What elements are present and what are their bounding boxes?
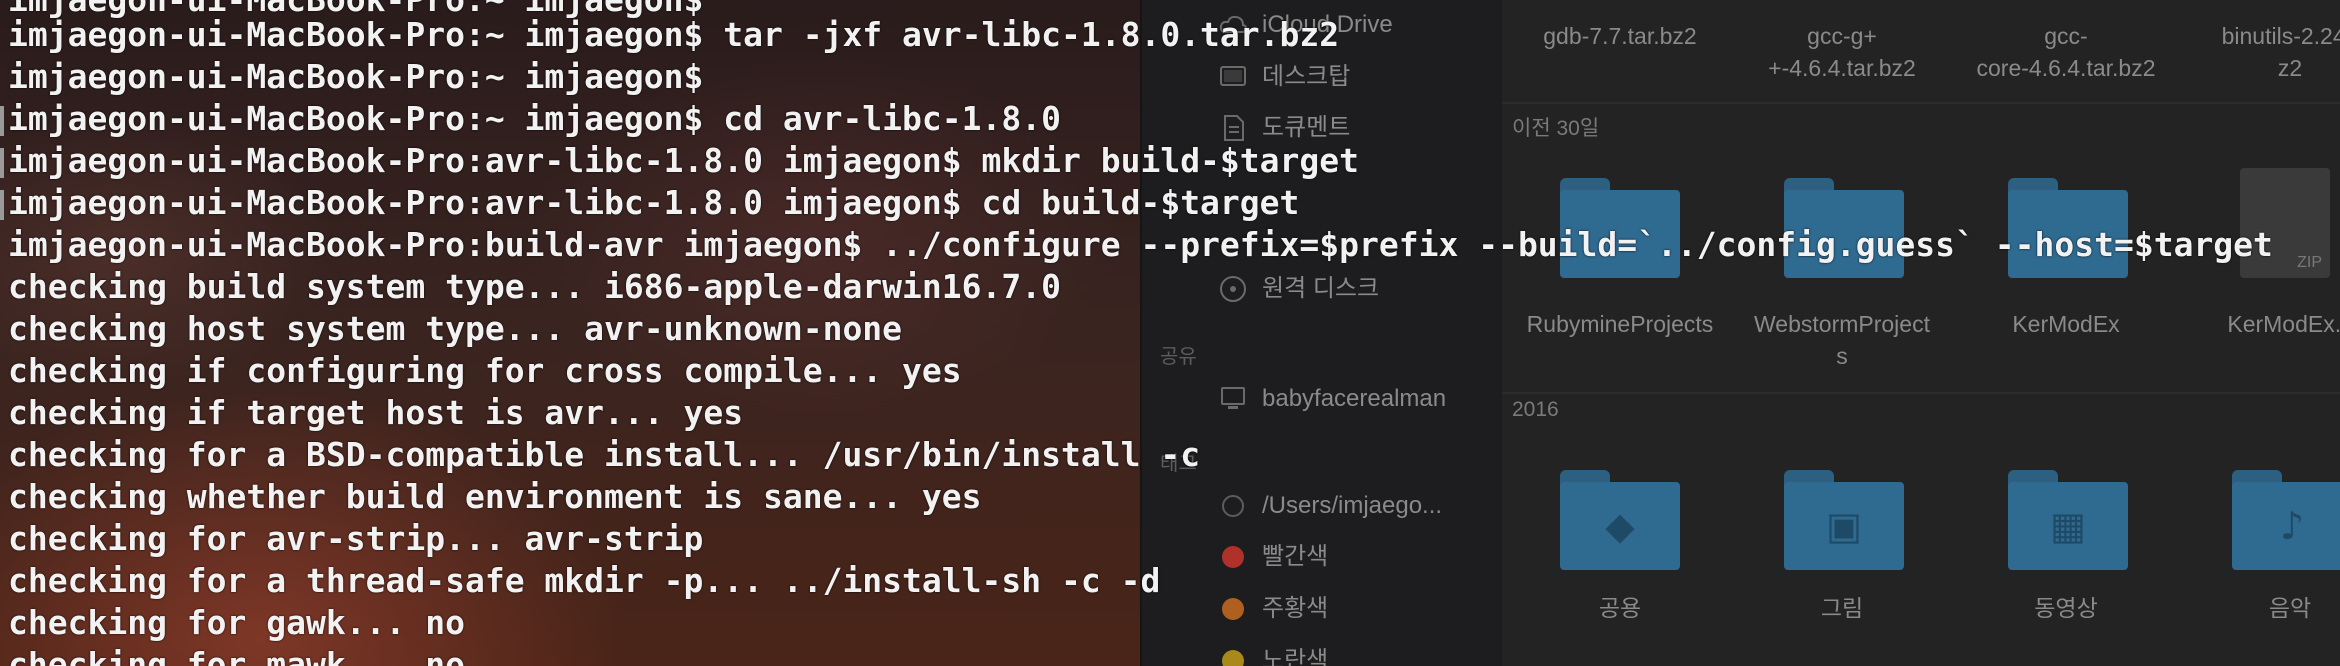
terminal-line: imjaegon-ui-MacBook-Pro:build-avr imjaeg… [8, 225, 2273, 264]
terminal-line: checking host system type... avr-unknown… [8, 309, 903, 348]
terminal-line: imjaegon-ui-MacBook-Pro:avr-libc-1.8.0 i… [8, 183, 1300, 222]
marker-bracket [0, 190, 4, 220]
terminal-line: imjaegon-ui-MacBook-Pro:~ imjaegon$ tar … [8, 15, 1340, 54]
marker-bracket [0, 106, 4, 136]
terminal-line: imjaegon-ui-MacBook-Pro:~ imjaegon$ [8, 57, 704, 96]
terminal-line: checking if configuring for cross compil… [8, 351, 962, 390]
terminal-line: checking if target host is avr... yes [8, 393, 744, 432]
terminal-line: checking whether build environment is sa… [8, 477, 982, 516]
terminal-line: checking for a BSD-compatible install...… [8, 435, 1201, 474]
terminal-line: checking for gawk... no [8, 603, 465, 642]
terminal-line: checking for avr-strip... avr-strip [8, 519, 704, 558]
terminal-line: checking for mawk... no [8, 645, 465, 666]
terminal-window[interactable]: imjaegon-ui-MacBook-Pro:~ imjaegon$ imja… [0, 0, 2340, 666]
terminal-line: imjaegon-ui-MacBook-Pro:avr-libc-1.8.0 i… [8, 141, 1360, 180]
terminal-line: checking build system type... i686-apple… [8, 267, 1061, 306]
terminal-line: checking for a thread-safe mkdir -p... .… [8, 561, 1161, 600]
marker-bracket [0, 148, 4, 178]
terminal-line: imjaegon-ui-MacBook-Pro:~ imjaegon$ cd a… [8, 99, 1061, 138]
